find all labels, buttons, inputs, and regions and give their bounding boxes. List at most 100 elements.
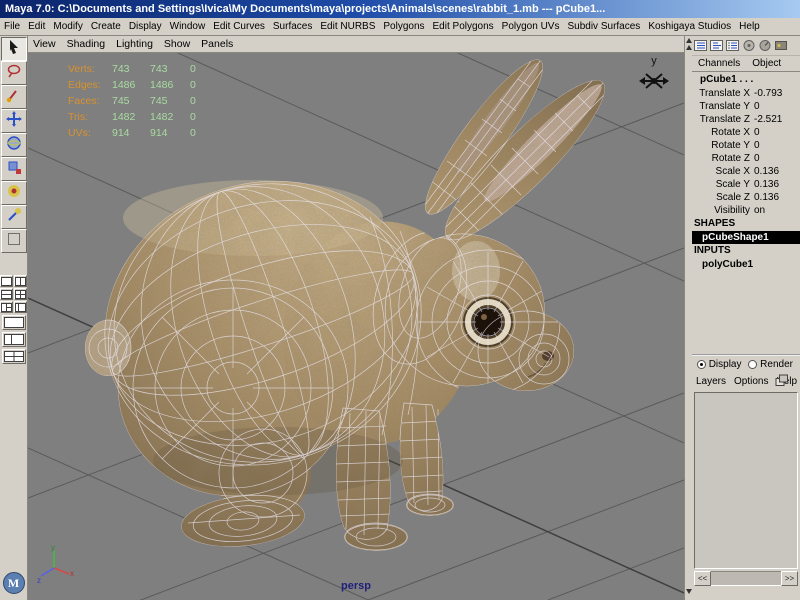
lasso-tool-button[interactable] <box>0 61 27 85</box>
panel-menu-view[interactable]: View <box>33 38 56 50</box>
panel-menu-lighting[interactable]: Lighting <box>116 38 153 50</box>
channel-value[interactable]: 0.136 <box>754 191 800 204</box>
move-tool-button[interactable] <box>0 109 27 133</box>
select-tool-icon <box>6 39 22 60</box>
panel-menu-shading[interactable]: Shading <box>67 38 106 50</box>
list-icon-3[interactable] <box>726 39 740 52</box>
select-tool-button[interactable] <box>0 37 27 61</box>
channel-value[interactable]: 0 <box>754 139 800 152</box>
menu-help[interactable]: Help <box>735 21 764 32</box>
hud-row-faces: Faces: 745 745 0 <box>68 93 214 109</box>
soft-mod-tool-icon <box>6 183 22 204</box>
tab-channels[interactable]: Channels <box>692 58 746 69</box>
tab-object[interactable]: Object <box>746 58 787 69</box>
menu-window[interactable]: Window <box>166 21 210 32</box>
show-manipulator-tool-button[interactable] <box>0 205 27 229</box>
channel-value[interactable]: 0 <box>754 152 800 165</box>
menu-file[interactable]: File <box>0 21 24 32</box>
layout-three-pane-button[interactable] <box>0 301 13 313</box>
view-axis-compass: y <box>638 55 670 100</box>
hud-value: 743 <box>112 63 130 75</box>
layout-single-pane-button[interactable] <box>0 275 13 287</box>
render-radio[interactable] <box>748 360 758 369</box>
main-menu-bar: File Edit Modify Create Display Window E… <box>0 18 800 36</box>
last-tool-button[interactable] <box>0 229 27 253</box>
menu-options[interactable]: Options <box>734 376 768 387</box>
layout-split-button[interactable] <box>1 332 26 347</box>
scale-tool-button[interactable] <box>0 157 27 181</box>
hud-label: Faces: <box>68 95 100 107</box>
panel-divider[interactable] <box>684 36 692 600</box>
menu-edit-curves[interactable]: Edit Curves <box>209 21 269 32</box>
channel-row: Rotate Y 0 <box>692 139 800 152</box>
layout-outliner-persp-button[interactable] <box>14 301 27 313</box>
dial-icon-2[interactable] <box>758 39 772 52</box>
panel-menu-panels[interactable]: Panels <box>201 38 233 50</box>
layer-menu-bar: Layers Options Help <box>692 373 800 389</box>
collapse-up-icon[interactable] <box>685 38 692 43</box>
channel-value[interactable]: 0.136 <box>754 178 800 191</box>
panel-menu-show[interactable]: Show <box>164 38 190 50</box>
quick-layout-buttons <box>0 275 27 313</box>
list-icon-2[interactable] <box>710 39 724 52</box>
display-radio-label: Display <box>708 359 742 370</box>
scroll-right-button[interactable]: >> <box>781 571 798 586</box>
rotate-tool-button[interactable] <box>0 133 27 157</box>
channel-value[interactable]: -2.521 <box>754 113 800 126</box>
channel-label: Rotate Y <box>711 140 750 151</box>
channel-value[interactable]: 0.136 <box>754 165 800 178</box>
display-radio[interactable] <box>697 360 706 369</box>
menu-edit[interactable]: Edit <box>24 21 49 32</box>
shape-node-row[interactable]: pCubeShape1 <box>692 231 800 244</box>
menu-edit-polygons[interactable]: Edit Polygons <box>429 21 498 32</box>
menu-modify[interactable]: Modify <box>49 21 86 32</box>
menu-polygons[interactable]: Polygons <box>379 21 428 32</box>
new-layer-icon[interactable] <box>775 374 788 390</box>
channel-value[interactable]: -0.793 <box>754 87 800 100</box>
menu-koshigaya-studios[interactable]: Koshigaya Studios <box>644 21 735 32</box>
scroll-track[interactable] <box>711 571 781 586</box>
node-name[interactable]: pCube1 . . . <box>692 72 800 87</box>
paint-select-tool-button[interactable] <box>0 85 27 109</box>
lasso-tool-icon <box>6 63 22 84</box>
menu-surfaces[interactable]: Surfaces <box>269 21 316 32</box>
soft-mod-tool-button[interactable] <box>0 181 27 205</box>
menu-layers[interactable]: Layers <box>696 376 726 387</box>
channel-value[interactable]: on <box>754 204 800 217</box>
menu-create[interactable]: Create <box>87 21 125 32</box>
layout-quad-button[interactable] <box>1 349 26 364</box>
scale-tool-icon <box>6 159 22 180</box>
viewport-canvas[interactable]: Verts: 743 743 0 Edges: 1486 1486 0 Face… <box>28 53 684 600</box>
panel-menu-bar: View Shading Lighting Show Panels <box>28 36 684 53</box>
key-icon[interactable] <box>774 39 788 52</box>
layer-list[interactable] <box>694 392 798 569</box>
channel-value[interactable]: 0 <box>754 100 800 113</box>
hud-value: 743 <box>150 63 168 75</box>
channel-label: Visibility <box>714 205 750 216</box>
layout-two-pane-side-button[interactable] <box>14 275 27 287</box>
dial-icon-1[interactable] <box>742 39 756 52</box>
move-tool-icon <box>5 110 22 132</box>
layer-editor: Display Render Layers Options Help << >> <box>692 354 800 600</box>
menu-polygon-uvs[interactable]: Polygon UVs <box>498 21 564 32</box>
hud-label: UVs: <box>68 127 91 139</box>
channel-label: Scale Z <box>716 192 750 203</box>
menu-edit-nurbs[interactable]: Edit NURBS <box>316 21 379 32</box>
layout-four-pane-button[interactable] <box>14 288 27 300</box>
list-icon-1[interactable] <box>694 39 708 52</box>
layout-two-pane-stacked-button[interactable] <box>0 288 13 300</box>
channel-label: Scale X <box>715 166 750 177</box>
hud-row-verts: Verts: 743 743 0 <box>68 61 214 77</box>
collapse-up-icon[interactable] <box>685 45 692 50</box>
menu-display[interactable]: Display <box>125 21 166 32</box>
channel-box-panel: Channels Object pCube1 . . . Translate X… <box>692 36 800 600</box>
inputs-header: INPUTS <box>694 245 731 256</box>
channel-value[interactable]: 0 <box>754 126 800 139</box>
menu-subdiv-surfaces[interactable]: Subdiv Surfaces <box>563 21 644 32</box>
layer-scrollbar: << >> <box>694 571 798 586</box>
toolbox: M <box>0 36 28 600</box>
scroll-left-button[interactable]: << <box>694 571 711 586</box>
title-bar[interactable]: Maya 7.0: C:\Documents and Settings\Ivic… <box>0 0 800 18</box>
layout-persp-button[interactable] <box>1 315 26 330</box>
input-node-row[interactable]: polyCube1 <box>692 258 800 272</box>
